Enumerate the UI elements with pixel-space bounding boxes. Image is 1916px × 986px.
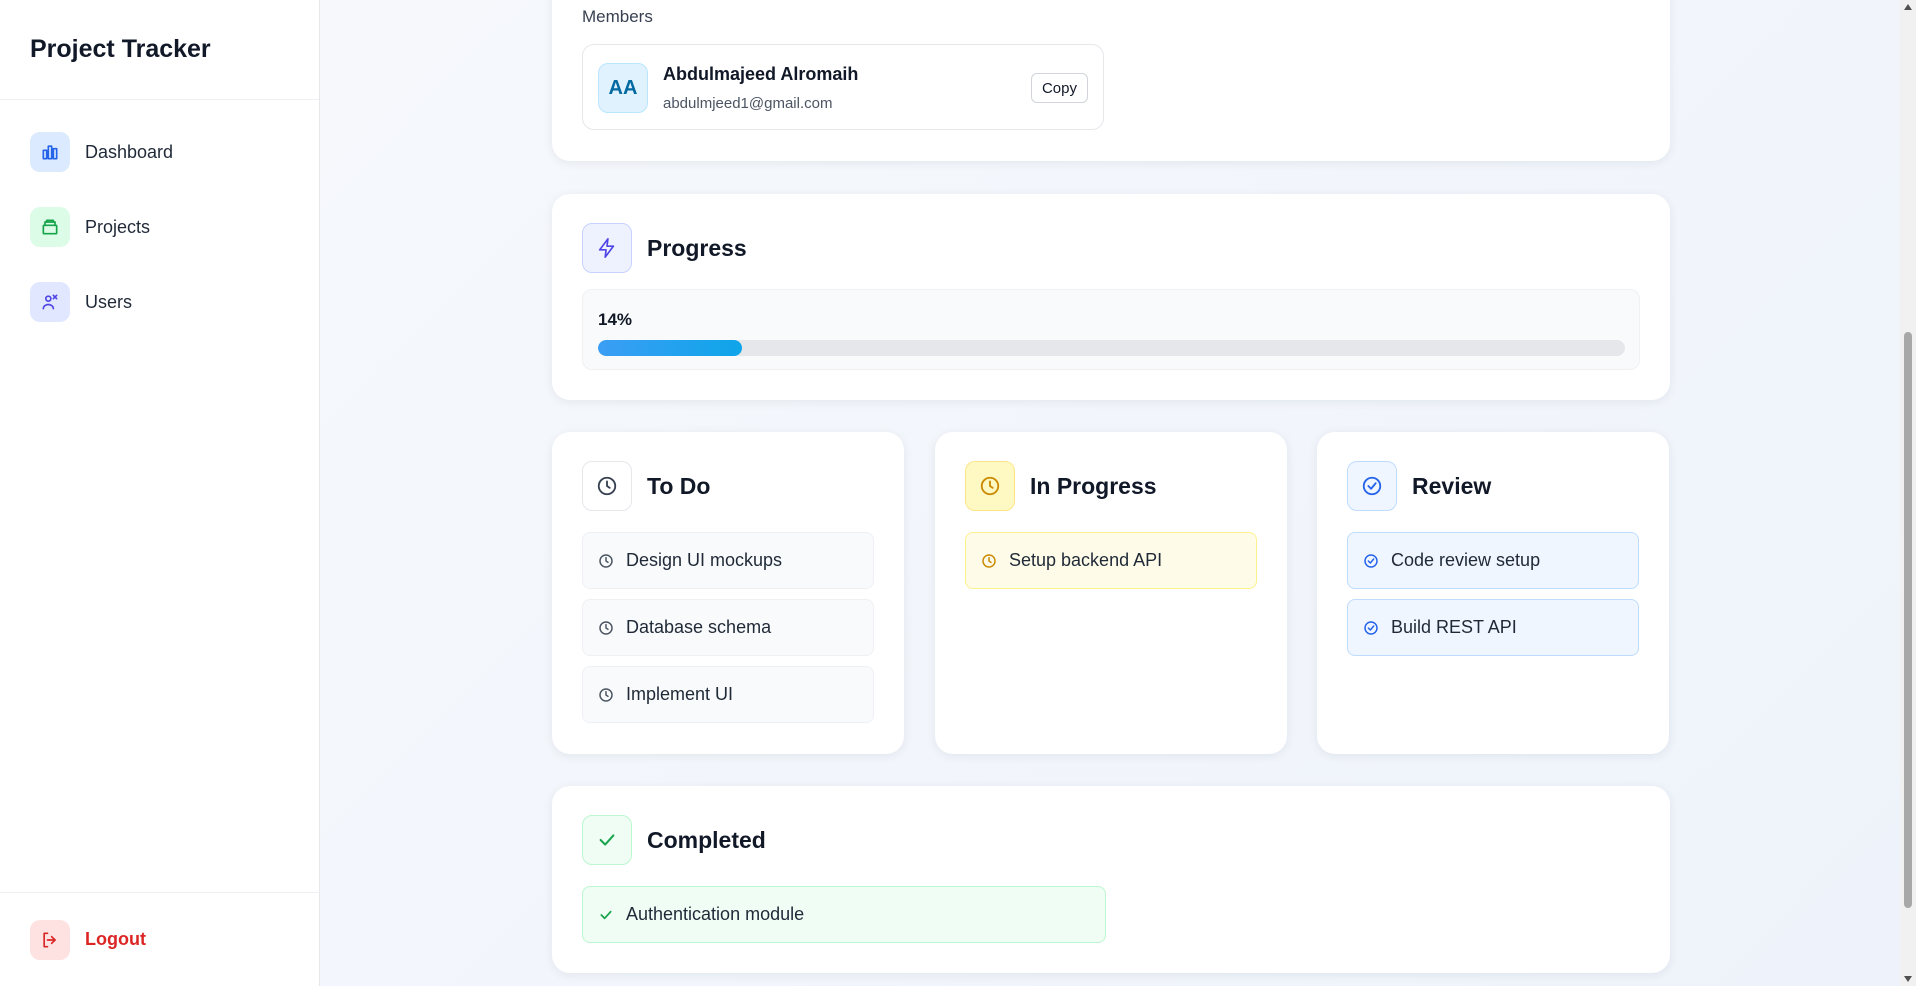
task-title: Database schema — [626, 617, 772, 637]
task-title: Design UI mockups — [626, 550, 783, 570]
scrollbar[interactable] — [1900, 0, 1916, 986]
task-title: Setup backend API — [1009, 550, 1163, 570]
clock-icon — [965, 461, 1015, 511]
task-card[interactable]: Build REST API — [1347, 599, 1639, 656]
in-progress-header: In Progress — [965, 461, 1157, 511]
completed-task-list: Authentication module — [582, 886, 1106, 953]
bar-chart-icon — [30, 132, 70, 172]
logout-icon — [30, 919, 70, 960]
folder-icon — [30, 207, 70, 247]
check-circle-icon — [1363, 620, 1379, 636]
todo-task-list: Design UI mockups Database schema Implem… — [582, 532, 874, 733]
task-card[interactable]: Setup backend API — [965, 532, 1257, 589]
task-title: Build REST API — [1391, 617, 1517, 637]
in-progress-task-list: Setup backend API — [965, 532, 1257, 599]
completed-title: Completed — [647, 826, 766, 853]
review-task-list: Code review setup Build REST API — [1347, 532, 1639, 666]
member-name: Abdulmajeed Alromaih — [663, 64, 859, 84]
sidebar-item-label: Projects — [85, 216, 151, 237]
members-card: Members AA Abdulmajeed Alromaih abdulmje… — [552, 0, 1670, 161]
sidebar-nav: Dashboard Projects Users — [0, 100, 319, 322]
progress-header: Progress — [582, 223, 747, 273]
members-title: Members — [582, 7, 653, 26]
review-column: Review Code review setup Build REST API — [1317, 432, 1669, 754]
copy-button[interactable]: Copy — [1030, 73, 1088, 103]
sidebar: Project Tracker Dashboard Projects Users… — [0, 0, 320, 986]
member-email: abdulmjeed1@gmail.com — [663, 95, 833, 112]
app-title: Project Tracker — [0, 0, 319, 100]
completed-column: Completed Authentication module — [552, 786, 1670, 973]
member-item: AA Abdulmajeed Alromaih abdulmjeed1@gmai… — [582, 44, 1104, 130]
clock-icon — [598, 620, 614, 636]
progress-card: Progress 14% — [552, 194, 1670, 400]
logout-button[interactable]: Logout — [0, 892, 320, 986]
check-circle-icon — [1363, 553, 1379, 569]
in-progress-column: In Progress Setup backend API — [935, 432, 1287, 754]
progress-bar-fill — [598, 340, 742, 356]
task-title: Implement UI — [626, 684, 734, 704]
review-header: Review — [1347, 461, 1491, 511]
sidebar-item-label: Users — [85, 291, 133, 312]
task-card[interactable]: Database schema — [582, 599, 874, 656]
check-circle-icon — [1347, 461, 1397, 511]
sidebar-item-label: Dashboard — [85, 141, 174, 162]
task-card[interactable]: Implement UI — [582, 666, 874, 723]
scrollbar-thumb[interactable] — [1904, 332, 1912, 908]
task-card[interactable]: Code review setup — [1347, 532, 1639, 589]
progress-title: Progress — [647, 234, 747, 261]
todo-column: To Do Design UI mockups Database schema … — [552, 432, 904, 754]
progress-bar — [598, 340, 1625, 356]
sidebar-item-dashboard[interactable]: Dashboard — [0, 132, 319, 172]
avatar: AA — [598, 63, 648, 113]
review-title: Review — [1412, 472, 1492, 499]
check-icon — [598, 907, 614, 923]
task-title: Code review setup — [1391, 550, 1541, 570]
logout-label: Logout — [85, 929, 146, 949]
progress-box: 14% — [582, 289, 1640, 370]
todo-title: To Do — [647, 472, 711, 499]
clock-icon — [598, 687, 614, 703]
completed-header: Completed — [582, 815, 766, 865]
sidebar-item-projects[interactable]: Projects — [0, 207, 319, 247]
users-icon — [30, 282, 70, 322]
scroll-up-arrow-icon[interactable] — [1904, 4, 1912, 10]
clock-icon — [598, 553, 614, 569]
progress-percent: 14% — [598, 310, 633, 329]
in-progress-title: In Progress — [1030, 472, 1157, 499]
task-title: Authentication module — [626, 904, 805, 924]
lightning-icon — [582, 223, 632, 273]
sidebar-item-users[interactable]: Users — [0, 282, 319, 322]
clock-icon — [981, 553, 997, 569]
clock-icon — [582, 461, 632, 511]
task-card[interactable]: Authentication module — [582, 886, 1106, 943]
scroll-down-arrow-icon[interactable] — [1904, 976, 1912, 982]
todo-header: To Do — [582, 461, 710, 511]
check-icon — [582, 815, 632, 865]
task-card[interactable]: Design UI mockups — [582, 532, 874, 589]
